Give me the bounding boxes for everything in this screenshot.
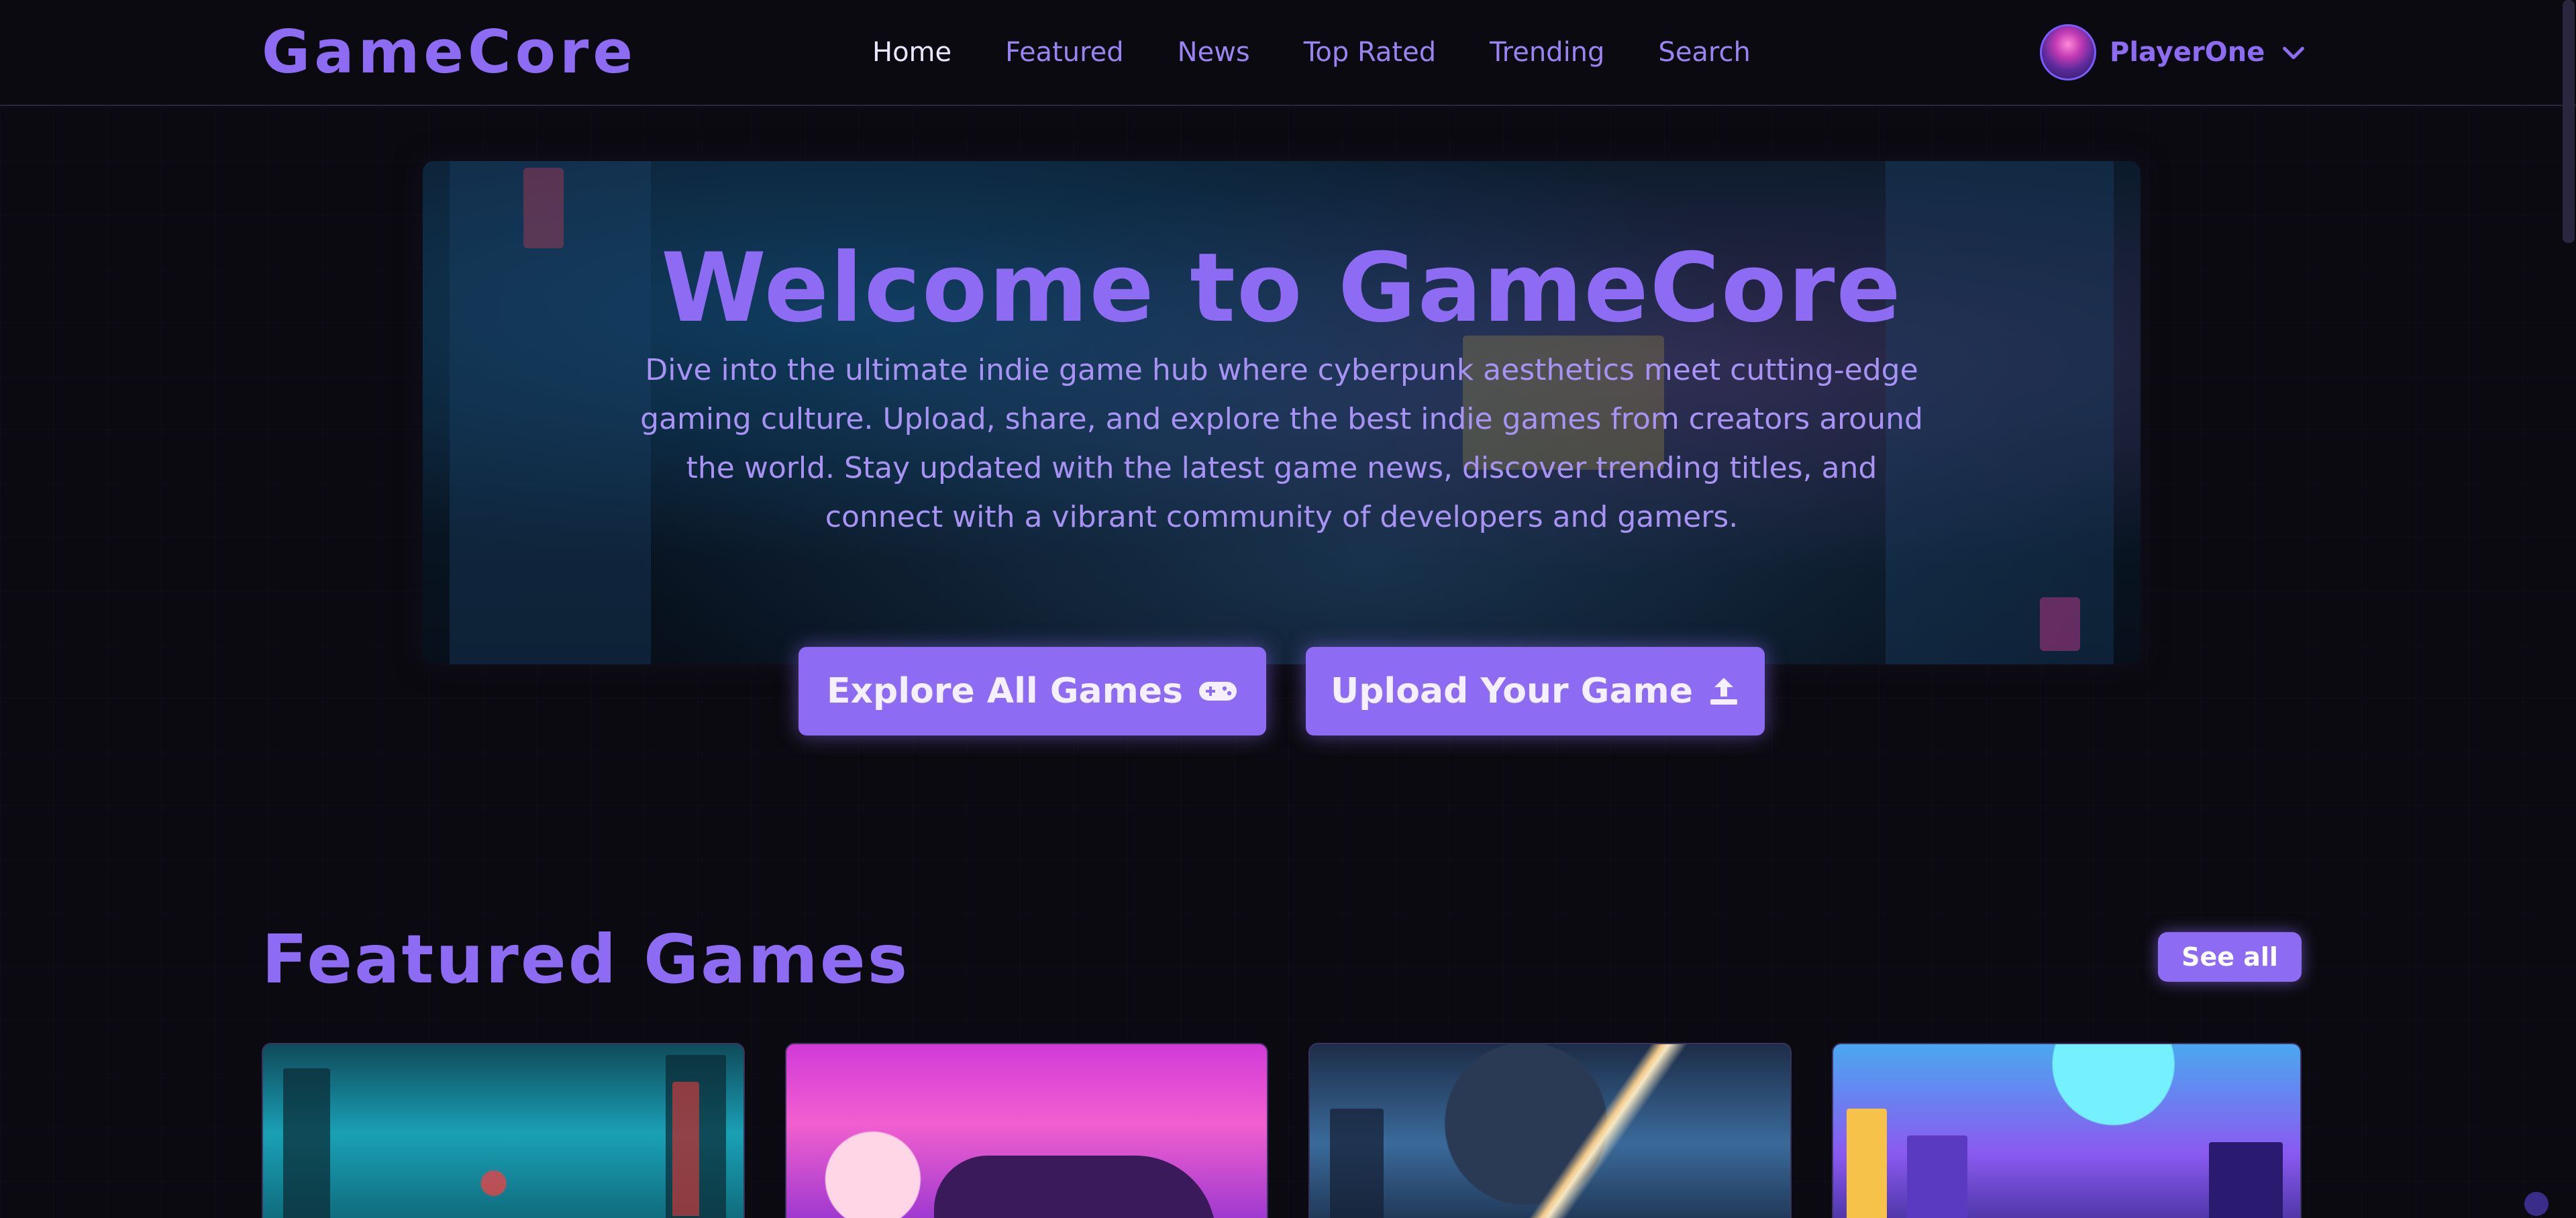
hero-title: Welcome to GameCore <box>661 233 1902 344</box>
chevron-down-icon[interactable] <box>2278 37 2309 68</box>
see-all-button[interactable]: See all <box>2158 932 2302 982</box>
game-card[interactable] <box>1308 1043 1792 1218</box>
explore-games-button[interactable]: Explore All Games <box>798 647 1266 735</box>
hero-background-sign <box>2040 597 2080 651</box>
nav-top-rated[interactable]: Top Rated <box>1304 34 1436 71</box>
avatar[interactable] <box>2040 24 2096 81</box>
hero-description: Dive into the ultimate indie game hub wh… <box>640 353 1923 534</box>
card-art-building <box>2209 1142 2283 1218</box>
nav-search[interactable]: Search <box>1658 34 1750 71</box>
nav-home[interactable]: Home <box>872 34 951 71</box>
main-nav: Home Featured News Top Rated Trending Se… <box>872 34 1751 71</box>
game-card[interactable] <box>785 1043 1268 1218</box>
upload-game-label: Upload Your Game <box>1330 671 1693 711</box>
card-art-building <box>283 1068 330 1218</box>
game-card[interactable] <box>1832 1043 2302 1218</box>
site-logo[interactable]: GameCore <box>262 19 637 86</box>
explore-games-label: Explore All Games <box>826 671 1184 711</box>
page-scrollbar[interactable] <box>2563 0 2575 243</box>
featured-section-title: Featured Games <box>262 920 910 999</box>
game-card[interactable] <box>262 1043 745 1218</box>
card-art-sign <box>672 1082 699 1216</box>
site-header: GameCore Home Featured News Top Rated Tr… <box>0 0 2576 106</box>
nav-trending[interactable]: Trending <box>1490 34 1604 71</box>
card-art-building <box>1907 1135 1967 1218</box>
nav-news[interactable]: News <box>1178 34 1250 71</box>
card-art-car <box>934 1156 1216 1218</box>
floating-action-dot[interactable] <box>2524 1192 2548 1216</box>
nav-featured[interactable]: Featured <box>1005 34 1124 71</box>
featured-games-grid <box>262 1043 2302 1218</box>
upload-icon <box>1710 678 1737 705</box>
gamepad-icon <box>1199 682 1237 701</box>
username[interactable]: PlayerOne <box>2110 34 2265 71</box>
hero-banner: Welcome to GameCore Dive into the ultima… <box>423 161 2141 664</box>
card-art-building <box>1330 1109 1384 1218</box>
upload-game-button[interactable]: Upload Your Game <box>1306 647 1765 735</box>
user-menu[interactable]: PlayerOne <box>2040 24 2309 81</box>
card-art-building <box>1847 1109 1887 1218</box>
